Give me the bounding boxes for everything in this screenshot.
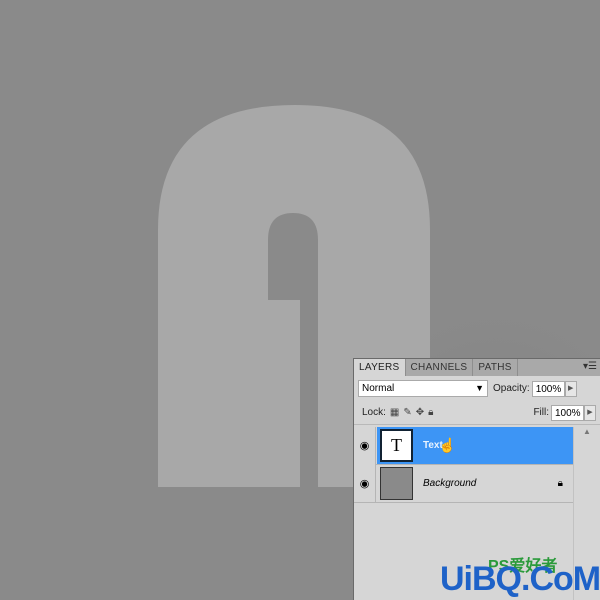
lock-position-icon[interactable]: ✥ bbox=[416, 407, 424, 418]
eye-icon[interactable]: ◉ bbox=[354, 464, 376, 503]
fill-label: Fill: bbox=[533, 407, 549, 418]
lock-all-icon[interactable]: 🔒︎ bbox=[428, 407, 433, 418]
chevron-down-icon: ▼ bbox=[475, 383, 484, 393]
scroll-up-icon[interactable]: ▲ bbox=[574, 427, 600, 436]
tab-layers[interactable]: LAYERS bbox=[354, 359, 406, 376]
layer-row-text[interactable]: ◉ T Text ☝ bbox=[354, 426, 573, 465]
layer-name[interactable]: Background bbox=[423, 478, 476, 489]
lock-image-icon[interactable]: ✎ bbox=[403, 407, 411, 418]
panel-menu-icon[interactable]: ▾☰ bbox=[583, 361, 597, 372]
opacity-label: Opacity: bbox=[493, 383, 530, 394]
lock-label: Lock: bbox=[362, 407, 386, 418]
blend-mode-value: Normal bbox=[362, 383, 395, 394]
background-layer-thumbnail bbox=[380, 467, 413, 500]
blend-mode-select[interactable]: Normal ▼ bbox=[358, 380, 488, 397]
lock-transparent-icon[interactable]: ▦ bbox=[390, 407, 399, 418]
layer-row-background[interactable]: ◉ Background 🔒︎ bbox=[354, 464, 573, 503]
lock-icon: 🔒︎ bbox=[557, 478, 563, 489]
fill-slider-button[interactable]: ▶ bbox=[584, 404, 596, 421]
opacity-slider-button[interactable]: ▶ bbox=[564, 380, 577, 397]
fill-input[interactable]: 100% bbox=[551, 404, 584, 421]
tab-channels[interactable]: CHANNELS bbox=[406, 359, 474, 376]
text-layer-thumbnail: T bbox=[380, 429, 413, 462]
watermark-logo: UiBQ.CoM bbox=[440, 560, 600, 598]
hand-cursor-icon: ☝ bbox=[438, 437, 457, 453]
eye-icon[interactable]: ◉ bbox=[354, 426, 376, 465]
tab-paths[interactable]: PATHS bbox=[473, 359, 518, 376]
opacity-input[interactable]: 100% bbox=[531, 380, 565, 397]
